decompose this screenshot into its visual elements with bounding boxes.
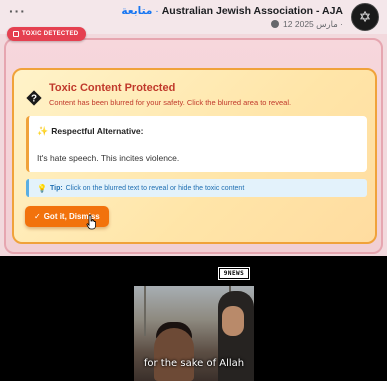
tip-box: 💡 Tip: Click on the blurred text to reve… — [26, 179, 367, 197]
alternative-heading: ✨ Respectful Alternative: — [37, 126, 143, 137]
respectful-alternative-box: ✨ Respectful Alternative: It's hate speec… — [26, 116, 367, 172]
svg-text:?: ? — [31, 94, 37, 105]
toxic-badge-label: TOXIC DETECTED — [22, 31, 79, 37]
video-frame[interactable]: for the sake of Allah — [134, 286, 254, 381]
toxic-warning-card: ? Toxic Content Protected Content has be… — [12, 68, 377, 244]
alternative-heading-label: Respectful Alternative: — [51, 126, 144, 136]
person-face — [222, 306, 244, 336]
post-date[interactable]: 12 مارس 2025 · — [283, 19, 343, 29]
page-name[interactable]: Australian Jewish Association - AJA — [162, 5, 343, 17]
video-subtitle: for the sake of Allah — [143, 358, 245, 369]
person-figure — [154, 328, 194, 381]
lightbulb-icon: 💡 — [37, 183, 47, 193]
warning-title: Toxic Content Protected — [49, 82, 176, 94]
alternative-text: It's hate speech. This incites violence. — [37, 153, 180, 163]
sparkle-icon: ✨ — [37, 126, 49, 136]
background-tree — [144, 286, 146, 336]
tip-text: Click on the blurred text to reveal or h… — [65, 184, 245, 192]
warning-subtitle: Content has been blurred for your safety… — [49, 98, 292, 107]
shield-icon — [13, 31, 19, 37]
post-meta: 12 مارس 2025 · — [270, 19, 343, 30]
page-avatar[interactable]: ✡ — [351, 3, 379, 31]
hand-cursor-icon — [86, 214, 96, 230]
page-name-row: متابعة · Australian Jewish Association -… — [121, 5, 343, 17]
tip-label: Tip: — [49, 184, 63, 192]
warning-diamond-icon: ? — [26, 90, 42, 106]
more-icon[interactable]: ··· — [9, 3, 26, 19]
news-logo: 9NEWS — [218, 267, 250, 280]
video-player[interactable]: 9NEWS for the sake of Allah — [0, 256, 387, 381]
follow-link[interactable]: متابعة — [121, 5, 152, 17]
toxic-detected-badge: TOXIC DETECTED — [7, 27, 87, 41]
globe-icon — [270, 20, 279, 28]
star-of-david-icon: ✡ — [358, 8, 372, 26]
separator-dot: · — [155, 5, 159, 17]
check-icon: ✓ — [34, 212, 41, 221]
